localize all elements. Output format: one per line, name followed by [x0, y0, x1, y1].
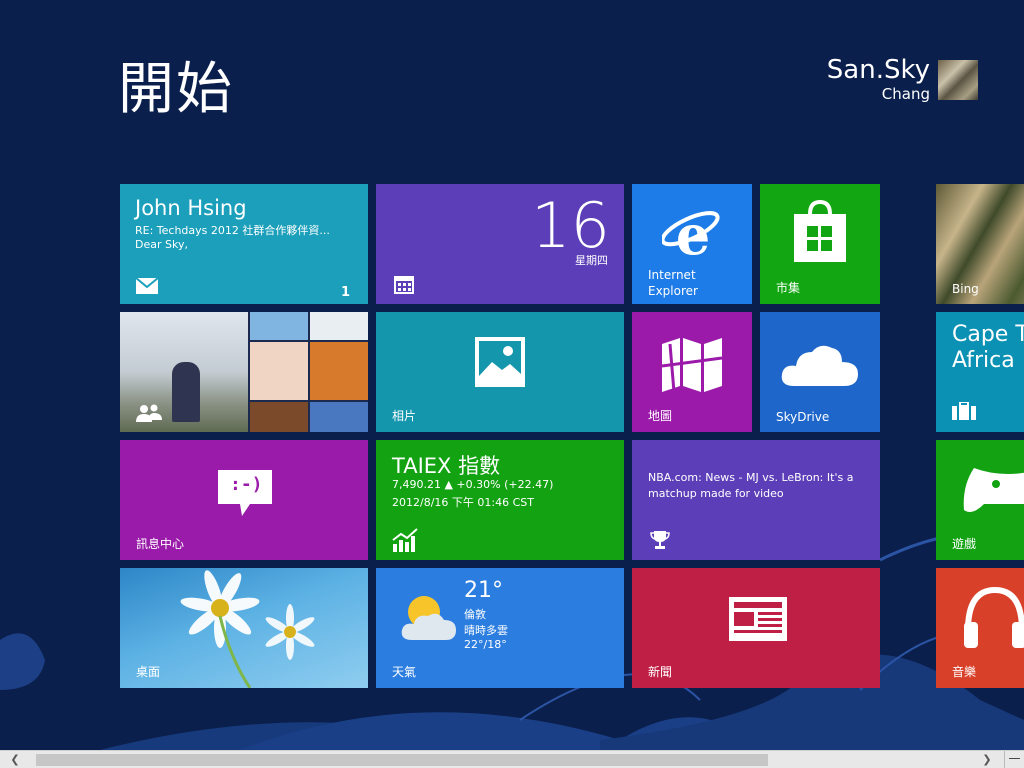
ie-label-line2: Explorer	[648, 284, 698, 298]
maps-label: 地圖	[648, 409, 673, 423]
people-photo-person	[172, 362, 200, 422]
scroll-thumb[interactable]	[36, 754, 768, 766]
tile-store[interactable]: 市集	[760, 184, 880, 304]
suitcase-icon	[952, 402, 976, 420]
user-account[interactable]: San.Sky Chang	[827, 56, 978, 104]
people-photo-5	[310, 342, 368, 400]
photos-label: 相片	[392, 409, 417, 423]
scroll-right-icon[interactable]: ❯	[978, 751, 996, 768]
mail-subject: RE: Techdays 2012 社群合作夥伴資...	[135, 224, 330, 237]
mail-sender: John Hsing	[135, 196, 247, 220]
ie-label-line1: Internet	[648, 268, 696, 282]
weather-range: 22°/18°	[464, 638, 507, 651]
bing-label: Bing	[952, 282, 979, 296]
user-last-name: Chang	[881, 85, 930, 103]
tile-messaging[interactable]: :-) 訊息中心	[120, 440, 368, 560]
people-photo-2	[250, 312, 308, 340]
gamepad-icon	[963, 468, 1024, 512]
calendar-icon	[394, 276, 414, 294]
internet-explorer-icon: e	[662, 204, 720, 266]
messaging-label: 訊息中心	[136, 537, 185, 551]
chart-icon	[392, 528, 418, 552]
desktop-label: 桌面	[136, 665, 161, 679]
semantic-zoom-icon[interactable]: —	[1004, 751, 1024, 768]
user-names: San.Sky Chang	[827, 56, 930, 104]
weather-temp: 21°	[464, 578, 503, 603]
tile-calendar[interactable]: 16 星期四	[376, 184, 624, 304]
finance-title: TAIEX 指數	[392, 454, 501, 478]
messaging-emoticon: :-)	[230, 474, 263, 495]
mail-preview: Dear Sky,	[135, 238, 188, 251]
tile-mail[interactable]: John Hsing RE: Techdays 2012 社群合作夥伴資... …	[120, 184, 368, 304]
news-label: 新聞	[648, 665, 673, 679]
people-icon	[136, 404, 162, 422]
scroll-left-icon[interactable]: ❮	[6, 751, 24, 768]
tile-weather[interactable]: 21° 倫敦 晴時多雲 22°/18° 天氣	[376, 568, 624, 688]
store-icon	[794, 200, 846, 262]
horizontal-scrollbar[interactable]: ❮ ❯ —	[0, 750, 1024, 768]
mail-icon	[136, 278, 158, 294]
music-label: 音樂	[952, 665, 977, 679]
skydrive-label: SkyDrive	[776, 410, 830, 424]
store-label: 市集	[776, 281, 801, 295]
tile-people[interactable]	[120, 312, 368, 432]
ie-label: Internet Explorer	[648, 267, 698, 299]
tile-photos[interactable]: 相片	[376, 312, 624, 432]
tile-maps[interactable]: 地圖	[632, 312, 752, 432]
people-photo-7	[310, 402, 368, 432]
weather-city: 倫敦	[464, 608, 486, 621]
finance-time: 2012/8/16 下午 01:46 CST	[392, 496, 534, 509]
tile-internet-explorer[interactable]: e Internet Explorer	[632, 184, 752, 304]
unread-count-badge: 1	[340, 285, 350, 300]
people-photo-3	[310, 312, 368, 340]
avatar[interactable]	[938, 60, 978, 100]
travel-place: Cape T Africa	[952, 322, 1024, 373]
photo-icon	[475, 337, 525, 387]
page-title: 開始	[118, 57, 234, 122]
weather-condition: 晴時多雲	[464, 624, 508, 637]
tile-skydrive[interactable]: SkyDrive	[760, 312, 880, 432]
cloud-icon	[781, 345, 858, 386]
svg-text:e: e	[676, 204, 710, 266]
tile-travel[interactable]: Cape T Africa	[936, 312, 1024, 432]
tile-news[interactable]: 新聞	[632, 568, 880, 688]
people-photo-6	[250, 402, 308, 432]
calendar-weekday: 星期四	[575, 254, 608, 267]
newspaper-icon	[729, 597, 787, 641]
tile-sports[interactable]: NBA.com: News - MJ vs. LeBron: It's a ma…	[632, 440, 880, 560]
daisy-image	[180, 570, 315, 688]
tile-games[interactable]: 遊戲	[936, 440, 1024, 560]
sports-headline: NBA.com: News - MJ vs. LeBron: It's a ma…	[648, 471, 854, 500]
weather-label: 天氣	[392, 665, 417, 679]
tile-music[interactable]: 音樂	[936, 568, 1024, 688]
tile-desktop[interactable]: 桌面	[120, 568, 368, 688]
map-icon	[661, 338, 723, 392]
user-first-name: San.Sky	[826, 55, 930, 85]
tile-bing[interactable]: Bing	[936, 184, 1024, 304]
games-label: 遊戲	[952, 537, 977, 551]
tile-finance[interactable]: TAIEX 指數 7,490.21 ▲ +0.30% (+22.47) 2012…	[376, 440, 624, 560]
finance-quote: 7,490.21 ▲ +0.30% (+22.47)	[392, 478, 554, 491]
headphones-icon	[964, 586, 1024, 648]
trophy-icon	[650, 531, 670, 549]
sun-cloud-icon	[401, 596, 456, 640]
people-photo-4	[250, 342, 308, 400]
